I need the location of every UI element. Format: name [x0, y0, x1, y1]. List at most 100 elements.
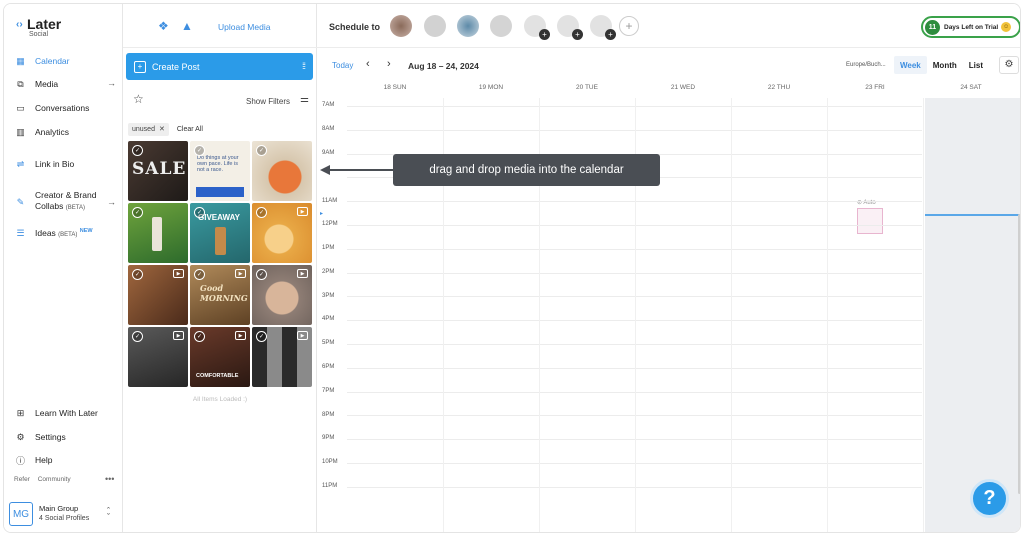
all-loaded-text: All Items Loaded :): [192, 396, 248, 403]
arrow-right-icon: →: [107, 78, 116, 88]
media-icon: ⧉: [17, 78, 24, 89]
sidebar-item-link-in-bio[interactable]: ⇌ Link in Bio: [14, 156, 118, 172]
schedule-bar: Schedule to + + + + 11 Days Left on Tria…: [317, 4, 1020, 48]
community-link[interactable]: Community: [38, 476, 71, 483]
media-tile[interactable]: ✓: [252, 141, 312, 201]
sidebar-item-media[interactable]: ⧉ Media →: [14, 76, 118, 92]
check-icon[interactable]: ✓: [194, 269, 205, 280]
add-profile-button[interactable]: +: [619, 16, 639, 36]
filter-row: ☆ Show Filters ⚌: [123, 88, 317, 114]
tile-stripe: [196, 187, 244, 197]
tile-bottle: [152, 217, 162, 251]
chevron-updown-icon: ˆˇ: [107, 506, 110, 522]
tile-text: SALE: [132, 159, 187, 179]
sidebar-item-analytics[interactable]: ▥ Analytics: [14, 124, 118, 140]
media-tile[interactable]: COMFORTABLE ✓ ▶: [190, 327, 250, 387]
check-icon[interactable]: ✓: [256, 145, 267, 156]
group-switcher[interactable]: MG Main Group 4 Social Profiles ˆˇ: [8, 500, 120, 528]
sidebar: ‹› Later Social ▦ Calendar ⧉ Media → ▭ C…: [4, 4, 123, 532]
google-drive-icon[interactable]: ▲: [181, 19, 193, 33]
clear-all-button[interactable]: Clear All: [177, 126, 203, 133]
sidebar-item-help[interactable]: ⓘ Help: [14, 452, 118, 468]
check-icon[interactable]: ✓: [132, 331, 143, 342]
calendar-scrollbar[interactable]: [1018, 214, 1020, 494]
media-tile[interactable]: ✓ ▶: [128, 265, 188, 325]
arrow-right-icon: →: [107, 197, 116, 207]
profile-avatar[interactable]: [490, 15, 512, 37]
view-switcher: Week Month List: [894, 56, 989, 74]
check-icon[interactable]: ✓: [132, 207, 143, 218]
view-month-button[interactable]: Month: [927, 56, 963, 74]
check-icon[interactable]: ✓: [256, 331, 267, 342]
media-tile[interactable]: ✓: [128, 203, 188, 263]
chevron-left-icon[interactable]: ‹: [366, 58, 370, 70]
sidebar-item-calendar[interactable]: ▦ Calendar: [14, 53, 118, 69]
upload-media-button[interactable]: Upload Media: [218, 22, 270, 32]
media-tile[interactable]: GIVEAWAY ✓: [190, 203, 250, 263]
check-icon[interactable]: ✓: [132, 145, 143, 156]
check-icon[interactable]: ✓: [132, 269, 143, 280]
twitter-profile[interactable]: +: [524, 15, 550, 40]
smile-icon: ☺: [1001, 22, 1012, 32]
tile-text: Good MORNING: [200, 283, 248, 303]
check-icon[interactable]: ✓: [194, 145, 205, 156]
later-logo[interactable]: ‹› Later Social: [16, 16, 116, 42]
sidebar-item-collabs[interactable]: ✎ Creator & Brand Collabs (BETA) →: [14, 189, 118, 215]
media-tile[interactable]: ✓ ▶: [252, 203, 312, 263]
calendar-panel: Schedule to + + + + 11 Days Left on Tria…: [317, 4, 1020, 532]
view-list-button[interactable]: List: [963, 56, 989, 74]
media-grid: SALE ✓ Do things at your own pace. Life …: [128, 141, 314, 387]
media-tile[interactable]: Do things at your own pace. Life is not …: [190, 141, 250, 201]
refer-link[interactable]: Refer: [14, 476, 30, 483]
view-week-button[interactable]: Week: [894, 56, 927, 74]
calendar-settings-icon[interactable]: ⚙: [999, 56, 1019, 74]
collab-icon: ✎: [16, 196, 25, 207]
timezone-selector[interactable]: Europe/Buch...: [846, 62, 886, 68]
check-icon[interactable]: ✓: [194, 331, 205, 342]
tile-text: COMFORTABLE: [196, 373, 239, 379]
trial-label: Days Left on Trial: [944, 23, 999, 31]
youtube-profile[interactable]: +: [590, 15, 616, 40]
create-post-button[interactable]: + Create Post ⁞⁞: [126, 53, 313, 80]
sidebar-item-ideas[interactable]: ☰ Ideas (BETA) NEW: [14, 225, 118, 241]
day-header: 24 SAT: [960, 84, 982, 91]
avatar: MG: [9, 502, 33, 526]
check-icon[interactable]: ✓: [256, 207, 267, 218]
time-label: 2PM: [322, 269, 335, 275]
chevron-right-icon[interactable]: ›: [387, 58, 391, 70]
media-tile[interactable]: ✓ ▶: [252, 265, 312, 325]
media-tile[interactable]: Good MORNING ✓ ▶: [190, 265, 250, 325]
filter-icon[interactable]: ⚌: [300, 94, 309, 105]
current-time-marker: ▸: [320, 211, 324, 217]
dropbox-icon[interactable]: ❖: [158, 19, 169, 33]
profile-avatar[interactable]: [457, 15, 479, 37]
media-tile[interactable]: SALE ✓: [128, 141, 188, 201]
sidebar-item-learn[interactable]: ⊞ Learn With Later: [14, 405, 118, 421]
filter-chip-unused[interactable]: unused ✕: [128, 122, 169, 136]
more-icon[interactable]: •••: [105, 474, 114, 484]
close-icon[interactable]: ✕: [159, 125, 165, 133]
help-chat-button[interactable]: ?: [970, 479, 1009, 518]
sidebar-item-settings[interactable]: ⚙ Settings: [14, 429, 118, 445]
linkedin-profile[interactable]: +: [557, 15, 583, 40]
time-label: 8AM: [322, 126, 335, 132]
check-icon[interactable]: ✓: [194, 207, 205, 218]
group-profiles: 4 Social Profiles: [39, 515, 90, 522]
check-icon[interactable]: ✓: [256, 269, 267, 280]
sidebar-item-conversations[interactable]: ▭ Conversations: [14, 100, 118, 116]
time-label: 8PM: [322, 412, 335, 418]
time-label: 1PM: [322, 245, 335, 251]
trial-badge[interactable]: 11 Days Left on Trial ☺: [921, 16, 1020, 38]
profile-avatar[interactable]: [390, 15, 412, 37]
media-tile[interactable]: ✓ ▶: [252, 327, 312, 387]
sidebar-item-label: Conversations: [35, 103, 90, 113]
auto-slot[interactable]: [857, 208, 883, 234]
show-filters-button[interactable]: Show Filters: [246, 97, 290, 106]
sidebar-item-label: Help: [35, 455, 53, 465]
day-header: 22 THU: [767, 84, 791, 91]
today-button[interactable]: Today: [332, 61, 353, 70]
schedule-to-label: Schedule to: [329, 22, 381, 32]
star-icon[interactable]: ☆: [133, 92, 144, 106]
profile-avatar[interactable]: [424, 15, 446, 37]
media-tile[interactable]: ✓ ▶: [128, 327, 188, 387]
